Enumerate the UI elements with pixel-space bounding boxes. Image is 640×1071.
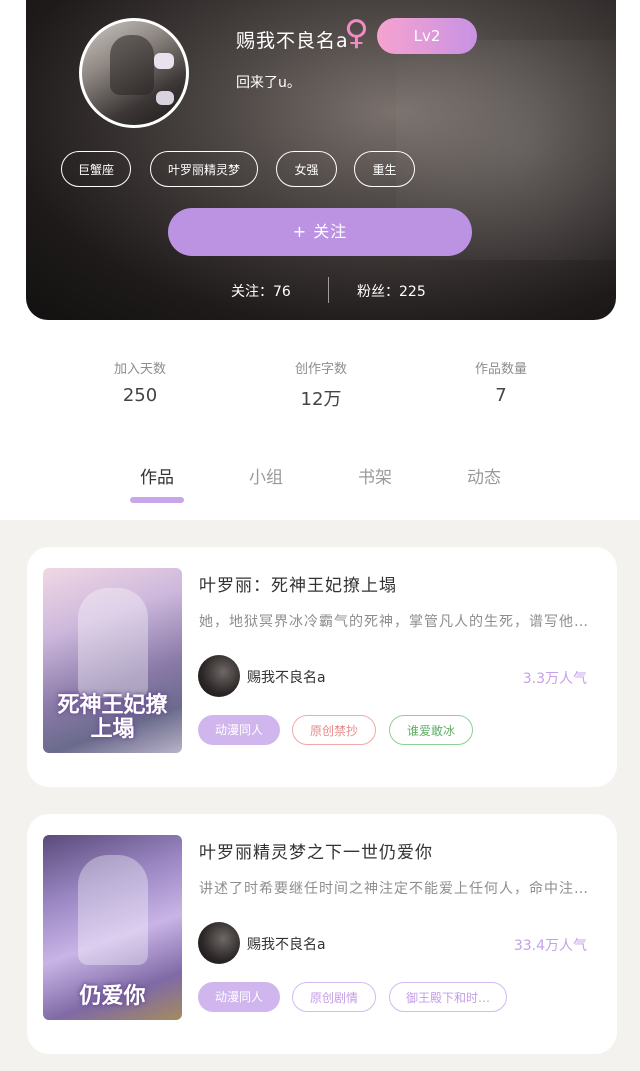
cover-title: 仍爱你 [79,982,146,1009]
popularity-count: 3.3万人气 [522,671,587,687]
profile-tag[interactable]: 叶罗丽精灵梦 [150,151,258,187]
work-tag[interactable]: 原创剧情 [292,982,376,1012]
tab-activity[interactable]: 动态 [467,463,501,488]
tab-groups[interactable]: 小组 [249,463,283,488]
level-badge[interactable]: Lv2 [377,18,477,54]
book-cover[interactable]: 死神王妃撩上塌 [43,568,182,753]
stat-value: 12万 [300,389,342,410]
stat-divider [328,277,329,303]
work-title[interactable]: 叶罗丽：死神王妃撩上塌 [199,571,397,596]
work-card[interactable]: 死神王妃撩上塌 叶罗丽：死神王妃撩上塌 她，地狱冥界冰冷霸气的死神，掌管凡人的生… [27,547,617,787]
cover-illustration [78,588,148,698]
avatar-sticker-icon [156,91,174,105]
book-cover[interactable]: 仍爱你 [43,835,182,1020]
female-gender-icon: ♀ [344,13,369,53]
work-tag[interactable]: 动漫同人 [198,982,280,1012]
active-tab-indicator [130,497,184,503]
work-tag[interactable]: 御王殿下和时… [389,982,507,1012]
user-name: 赐我不良名a [236,30,349,52]
profile-tag[interactable]: 巨蟹座 [61,151,131,187]
tab-works[interactable]: 作品 [140,463,174,488]
follow-button[interactable]: + 关注 [168,208,472,256]
cover-illustration [78,855,148,965]
user-avatar[interactable] [79,18,189,128]
author-avatar[interactable] [198,655,240,697]
following-count[interactable]: 关注：76 [231,281,291,301]
stat-value: 250 [122,385,158,406]
stat-label: 加入天数 [113,362,166,377]
work-tag[interactable]: 原创禁抄 [292,715,376,745]
work-card[interactable]: 仍爱你 叶罗丽精灵梦之下一世仍爱你 讲述了时希要继任时间之神注定不能爱上任何人，… [27,814,617,1054]
author-avatar[interactable] [198,922,240,964]
work-title[interactable]: 叶罗丽精灵梦之下一世仍爱你 [199,838,433,863]
work-tag[interactable]: 动漫同人 [198,715,280,745]
author-name[interactable]: 赐我不良名a [247,667,326,687]
profile-tag[interactable]: 重生 [354,151,415,187]
avatar-sticker-icon [154,53,174,69]
work-description: 讲述了时希要继任时间之神注定不能爱上任何人，命中注… [199,881,589,897]
followers-count[interactable]: 粉丝：225 [357,281,426,301]
stat-label: 作品数量 [474,362,527,377]
stat-value: 7 [495,385,507,406]
popularity-count: 33.4万人气 [513,938,587,954]
profile-header: 赐我不良名a ♀ Lv2 回来了u。 巨蟹座 叶罗丽精灵梦 女强 重生 + 关注… [26,0,616,320]
stat-word-count: 创作字数 12万 [251,358,391,411]
stat-join-days: 加入天数 250 [70,358,210,406]
work-description: 她，地狱冥界冰冷霸气的死神，掌管凡人的生死，谱写他… [199,614,589,630]
stat-label: 创作字数 [294,362,347,377]
profile-tag[interactable]: 女强 [276,151,337,187]
author-name[interactable]: 赐我不良名a [247,934,326,954]
cover-title: 死神王妃撩上塌 [57,691,168,742]
tab-bookshelf[interactable]: 书架 [358,463,392,488]
work-tag[interactable]: 谁爱敢冰 [389,715,473,745]
user-bio: 回来了u。 [236,75,301,91]
stat-works-count: 作品数量 7 [431,358,571,406]
avatar-figure [110,35,154,95]
